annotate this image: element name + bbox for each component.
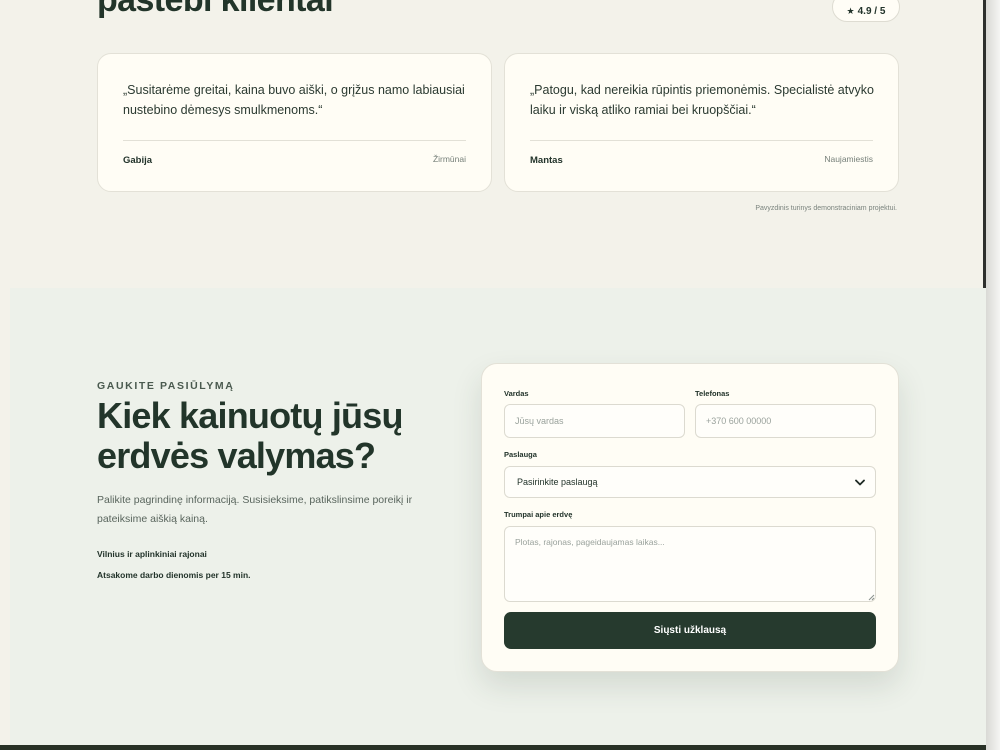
phone-label: Telefonas [695, 389, 730, 398]
offer-eyebrow: GAUKITE PASIŪLYMĄ [97, 380, 235, 392]
window-edge [986, 0, 1000, 750]
review-quote: „Patogu, kad nereikia rūpintis priemonėm… [530, 83, 874, 117]
name-input[interactable] [504, 404, 685, 438]
rating-badge: ★ 4.9 / 5 [832, 0, 900, 22]
demo-disclaimer: Pavyzdinis turinys demonstraciniam proje… [755, 205, 897, 212]
resize-handle-icon[interactable] [867, 593, 875, 601]
name-label: Vardas [504, 389, 529, 398]
details-label: Trumpai apie erdvę [504, 510, 573, 519]
offer-fact-area: Vilnius ir aplinkiniai rajonai [97, 549, 207, 559]
phone-input[interactable] [695, 404, 876, 438]
chevron-down-icon [855, 479, 865, 485]
service-select[interactable]: Pasirinkite paslaugą [504, 466, 876, 498]
star-icon: ★ [846, 5, 855, 16]
review-author: Mantas [530, 155, 563, 166]
review-card: „Patogu, kad nereikia rūpintis priemonėm… [504, 53, 899, 192]
review-area: Žirmūnai [432, 154, 466, 164]
quote-form: Vardas Telefonas Paslauga Pasirinkite pa… [481, 363, 899, 672]
offer-title: Kiek kainuotų jūsų erdvės valymas? [97, 395, 403, 476]
review-card: „Susitarėme greitai, kaina buvo aiški, o… [97, 53, 492, 192]
rating-value: 4.9 / 5 [857, 5, 886, 17]
review-divider [530, 140, 873, 141]
offer-description: Palikite pagrindinę informaciją. Susisie… [97, 494, 413, 525]
service-select-value: Pasirinkite paslaugą [517, 477, 598, 487]
review-divider [123, 140, 466, 141]
details-textarea[interactable] [504, 526, 876, 602]
offer-fact-response: Atsakome darbo dienomis per 15 min. [97, 570, 251, 580]
page: pastebi klientai ★ 4.9 / 5 „Susitarėme g… [0, 0, 986, 750]
review-quote: „Susitarėme greitai, kaina buvo aiški, o… [123, 83, 465, 117]
review-author: Gabija [123, 155, 153, 166]
review-area: Naujamiestis [824, 154, 873, 164]
reviews-heading: pastebi klientai [97, 0, 334, 19]
footer-band [0, 745, 986, 750]
service-label: Paslauga [504, 450, 537, 459]
submit-button[interactable]: Siųsti užklausą [504, 612, 876, 649]
